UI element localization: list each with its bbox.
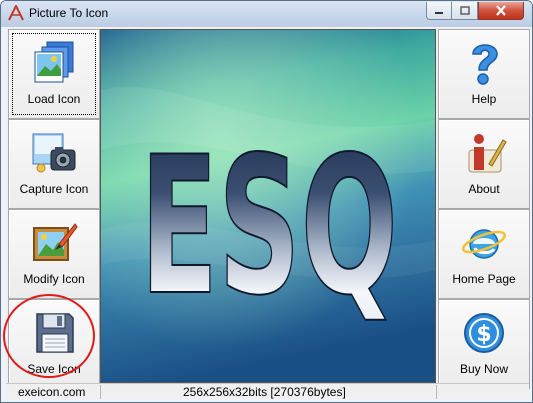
dollar-icon: $ (464, 313, 504, 353)
status-divider (100, 385, 101, 399)
home-page-button[interactable]: Home Page (438, 209, 530, 299)
help-button[interactable]: Help (438, 29, 530, 119)
help-label: Help (471, 92, 497, 106)
window-title: Picture To Icon (29, 6, 109, 20)
capture-icon-label: Capture Icon (19, 182, 89, 196)
paint-icon (33, 223, 78, 261)
home-page-label: Home Page (452, 272, 516, 286)
minimize-button[interactable] (426, 2, 452, 20)
capture-icon-button[interactable]: Capture Icon (8, 119, 100, 209)
status-bar: exeicon.com 256x256x32bits [270376bytes] (6, 383, 529, 399)
camera-icon (32, 133, 76, 173)
app-window: Picture To Icon Load Icon Capture Icon M… (0, 0, 533, 403)
close-button[interactable] (478, 2, 524, 20)
floppy-disk-icon (36, 313, 74, 353)
internet-explorer-icon (461, 229, 507, 259)
save-icon-label: Save Icon (27, 362, 81, 376)
preview-image: ESQ (101, 30, 435, 382)
modify-icon-label: Modify Icon (23, 272, 85, 286)
save-icon-button[interactable]: Save Icon (8, 299, 100, 389)
about-label: About (468, 182, 500, 196)
status-image-info: 256x256x32bits [270376bytes] (183, 385, 346, 399)
client-area: Load Icon Capture Icon Modify Icon Save … (6, 27, 530, 389)
icon-preview: ESQ (100, 29, 436, 383)
modify-icon-button[interactable]: Modify Icon (8, 209, 100, 299)
minimize-icon (435, 11, 443, 14)
app-logo-icon (8, 5, 24, 21)
status-divider (436, 385, 437, 399)
maximize-icon (459, 6, 470, 15)
about-button[interactable]: About (438, 119, 530, 209)
preview-text: ESQ (140, 116, 398, 337)
question-mark-icon (472, 44, 498, 85)
title-bar[interactable]: Picture To Icon (1, 1, 532, 27)
buy-now-label: Buy Now (459, 362, 509, 376)
status-website: exeicon.com (18, 385, 86, 399)
maximize-button[interactable] (452, 2, 478, 20)
close-icon (496, 5, 506, 16)
info-icon (468, 134, 507, 173)
load-icon (34, 41, 74, 83)
buy-now-button[interactable]: $ Buy Now (438, 299, 530, 389)
load-icon-label: Load Icon (27, 92, 81, 106)
svg-text:$: $ (476, 322, 491, 347)
load-icon-button[interactable]: Load Icon (8, 29, 100, 119)
